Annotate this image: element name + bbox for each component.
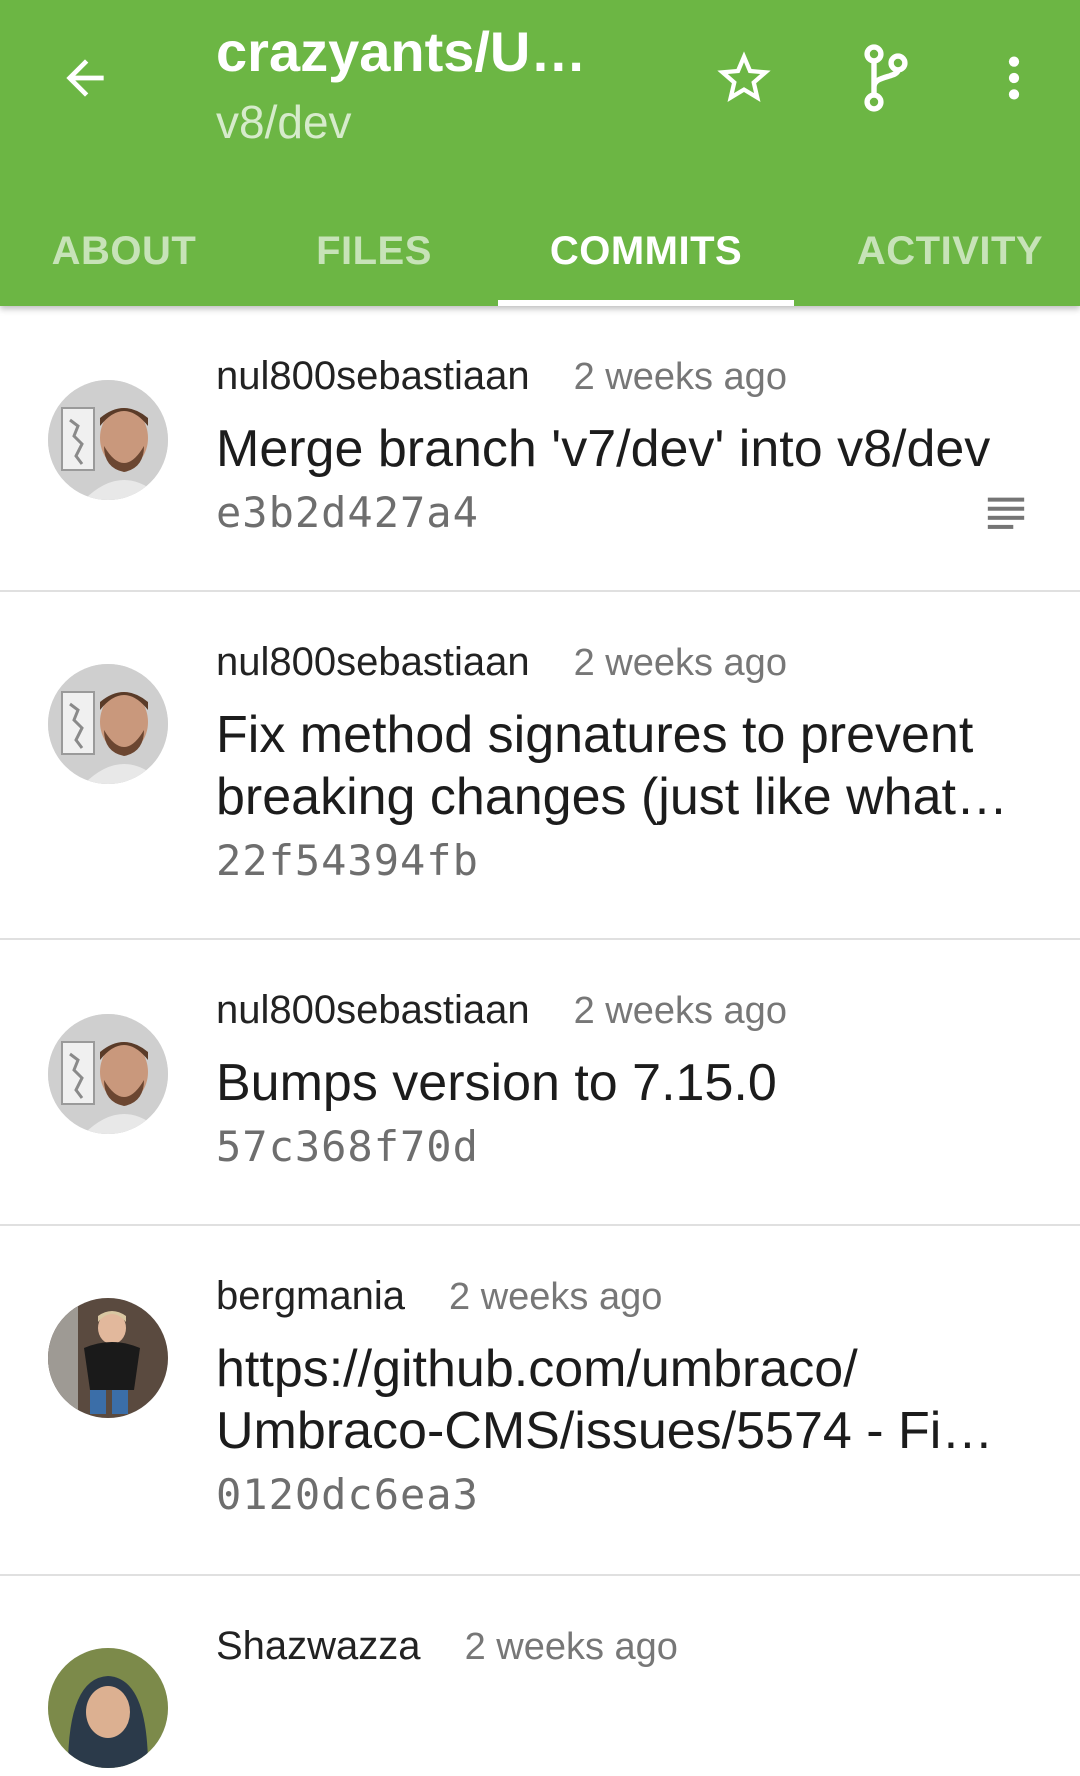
tab-commits[interactable]: COMMITS xyxy=(498,196,794,306)
tab-bar: ABOUT FILES COMMITS ACTIVITY xyxy=(0,196,1080,306)
commit-message-line: Merge branch 'v7/dev' into v8/dev xyxy=(216,420,991,478)
tab-files[interactable]: FILES xyxy=(274,196,474,306)
commit-time: 2 weeks ago xyxy=(449,1276,663,1318)
branch-button[interactable] xyxy=(846,38,926,118)
commit-row[interactable]: nul800sebastiaan 2 weeks ago Fix method s… xyxy=(0,592,1080,940)
star-button[interactable] xyxy=(704,38,784,118)
commit-message: https://github.com/umbraco/ Umbraco-CMS/… xyxy=(216,1338,1016,1462)
tab-about[interactable]: ABOUT xyxy=(24,196,224,306)
commit-sha: 22f54394fb xyxy=(216,836,479,885)
commit-message: Fix method signatures to prevent breakin… xyxy=(216,704,1016,828)
star-outline-icon xyxy=(717,51,771,102)
more-vert-icon xyxy=(1008,56,1020,100)
avatar[interactable] xyxy=(48,380,168,500)
avatar[interactable] xyxy=(48,1648,168,1768)
commit-author[interactable]: nul800sebastiaan xyxy=(216,640,530,684)
commit-message-line: breaking changes (just like what I'd … xyxy=(216,768,1016,826)
description-icon xyxy=(987,497,1025,529)
commit-row[interactable]: nul800sebastiaan 2 weeks ago Bumps versio… xyxy=(0,940,1080,1226)
commit-time: 2 weeks ago xyxy=(464,1626,678,1668)
commit-author[interactable]: bergmania xyxy=(216,1274,405,1318)
commit-time: 2 weeks ago xyxy=(573,356,787,398)
commit-author[interactable]: Shazwazza xyxy=(216,1624,421,1668)
commit-meta: nul800sebastiaan 2 weeks ago xyxy=(216,354,787,399)
commit-message-line: Bumps version to 7.15.0 xyxy=(216,1054,777,1112)
commit-meta: Shazwazza 2 weeks ago xyxy=(216,1624,678,1669)
avatar[interactable] xyxy=(48,1298,168,1418)
commit-author[interactable]: nul800sebastiaan xyxy=(216,354,530,398)
branch-subtitle: v8/dev xyxy=(216,96,352,148)
avatar[interactable] xyxy=(48,1014,168,1134)
commit-row[interactable]: nul800sebastiaan 2 weeks ago Merge branch… xyxy=(0,306,1080,592)
commit-sha: 57c368f70d xyxy=(216,1122,479,1171)
branch-icon xyxy=(864,44,908,112)
more-options-button[interactable] xyxy=(974,38,1054,118)
arrow-left-icon xyxy=(66,59,104,97)
commit-sha: 0120dc6ea3 xyxy=(216,1470,479,1519)
active-tab-indicator xyxy=(498,300,794,306)
commit-meta: bergmania 2 weeks ago xyxy=(216,1274,662,1319)
repo-title: crazyants/Um… xyxy=(216,20,636,83)
commit-message-line: https://github.com/umbraco/ xyxy=(216,1340,858,1398)
commit-time: 2 weeks ago xyxy=(573,990,787,1032)
commit-meta: nul800sebastiaan 2 weeks ago xyxy=(216,988,787,1033)
tab-activity[interactable]: ACTIVITY xyxy=(830,196,1070,306)
commit-row[interactable]: Shazwazza 2 weeks ago xyxy=(0,1576,1080,1776)
avatar[interactable] xyxy=(48,664,168,784)
commit-sha: e3b2d427a4 xyxy=(216,488,479,537)
commit-message-line: Umbraco-CMS/issues/5574 - Fixes … xyxy=(216,1402,1016,1460)
commit-author[interactable]: nul800sebastiaan xyxy=(216,988,530,1032)
back-button[interactable] xyxy=(50,40,120,116)
commit-message: Bumps version to 7.15.0 xyxy=(216,1052,1016,1114)
commit-message-line: Fix method signatures to prevent xyxy=(216,706,974,764)
commit-message: Merge branch 'v7/dev' into v8/dev xyxy=(216,418,1016,480)
app-bar: crazyants/Um… v8/dev ABOUT FILES COMMITS… xyxy=(0,0,1080,306)
commit-time: 2 weeks ago xyxy=(573,642,787,684)
commit-meta: nul800sebastiaan 2 weeks ago xyxy=(216,640,787,685)
commit-row[interactable]: bergmania 2 weeks ago https://github.com/… xyxy=(0,1226,1080,1576)
